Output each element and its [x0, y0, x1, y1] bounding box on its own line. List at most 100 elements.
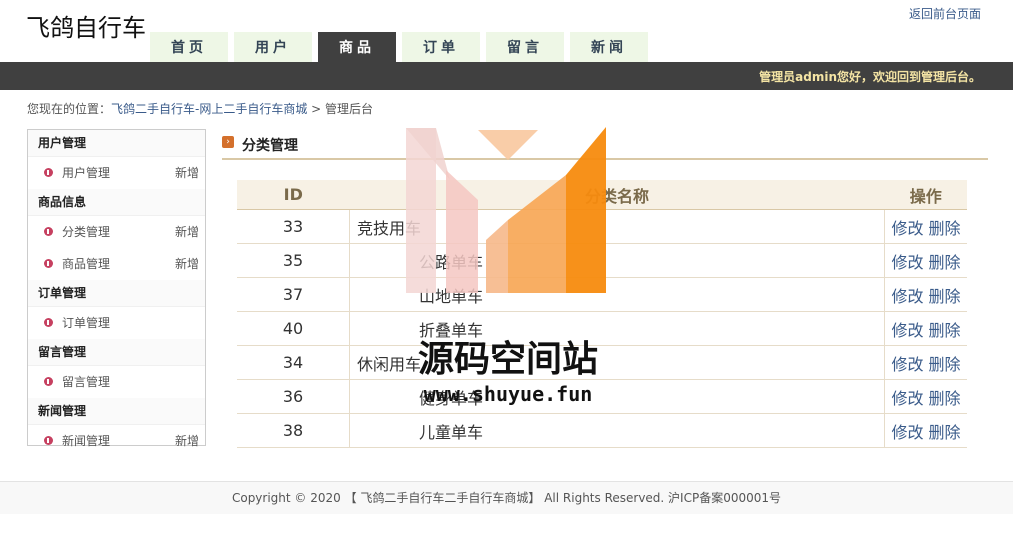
- sidebar-item[interactable]: 用户管理 新增: [28, 157, 205, 189]
- edit-link[interactable]: 修改: [891, 355, 923, 374]
- main-nav: 首页 用户 商品 订单 留言 新闻: [150, 32, 654, 62]
- sidebar-add-link[interactable]: 新增: [175, 157, 199, 189]
- panel-header: › 分类管理: [222, 132, 988, 160]
- nav-tab[interactable]: 新闻: [570, 32, 648, 62]
- cell-name: 折叠单车: [349, 311, 885, 346]
- category-table: ID 分类名称 操作 33 竞技用车 修改 删除 35 公路单车 修改 删除 37 山地单车修…: [237, 180, 967, 448]
- nav-tab[interactable]: 首页: [150, 32, 228, 62]
- sidebar-add-link[interactable]: 新增: [175, 425, 199, 457]
- bullet-icon: [44, 168, 53, 177]
- table-row: 34 休闲用车 修改 删除: [237, 345, 967, 380]
- edit-link[interactable]: 修改: [891, 321, 923, 340]
- cell-id: 40: [237, 311, 350, 346]
- table-row: 40 折叠单车 修改 删除: [237, 311, 967, 346]
- edit-link[interactable]: 修改: [891, 219, 923, 238]
- cell-ops: 修改 删除: [884, 277, 967, 312]
- table-row: 35 公路单车 修改 删除: [237, 243, 967, 278]
- site-title: 飞鸽自行车: [26, 14, 146, 42]
- sidebar-group-title: 商品信息: [28, 189, 205, 216]
- delete-link[interactable]: 删除: [929, 355, 961, 374]
- category-name: 折叠单车: [419, 320, 484, 340]
- sidebar-item[interactable]: 分类管理 新增: [28, 216, 205, 248]
- cell-ops: 修改 删除: [884, 209, 967, 244]
- breadcrumb: 您现在的位置：飞鸽二手自行车-网上二手自行车商城 > 管理后台: [27, 100, 373, 117]
- cell-name: 竞技用车: [349, 209, 885, 244]
- edit-link[interactable]: 修改: [891, 423, 923, 442]
- cell-id: 36: [237, 379, 350, 414]
- back-to-frontend-link[interactable]: 返回前台页面: [909, 5, 981, 22]
- bullet-icon: [44, 259, 53, 268]
- delete-link[interactable]: 删除: [929, 253, 961, 272]
- delete-link[interactable]: 删除: [929, 389, 961, 408]
- table-row: 37 山地单车 修改 删除: [237, 277, 967, 312]
- cell-name: 儿童单车: [349, 413, 885, 448]
- breadcrumb-separator: >: [307, 102, 326, 116]
- breadcrumb-prefix: 您现在的位置：: [27, 102, 112, 116]
- category-name: 休闲用车: [357, 354, 422, 374]
- cell-id: 38: [237, 413, 350, 448]
- welcome-message: 管理员admin您好，欢迎回到管理后台。: [759, 70, 981, 84]
- sidebar-item-label[interactable]: 商品管理: [62, 257, 110, 271]
- table-row: 38 儿童单车 修改 删除: [237, 413, 967, 448]
- cell-id: 34: [237, 345, 350, 380]
- bullet-icon: [44, 377, 53, 386]
- nav-tab[interactable]: 商品: [318, 32, 396, 62]
- edit-link[interactable]: 修改: [891, 389, 923, 408]
- cell-name: 休闲用车: [349, 345, 885, 380]
- sidebar-group-title: 订单管理: [28, 280, 205, 307]
- nav-tab[interactable]: 用户: [234, 32, 312, 62]
- sidebar-item[interactable]: 商品管理 新增: [28, 248, 205, 280]
- cell-name: 健身单车: [349, 379, 885, 414]
- delete-link[interactable]: 删除: [929, 219, 961, 238]
- edit-link[interactable]: 修改: [891, 287, 923, 306]
- sidebar-item[interactable]: 新闻管理 新增: [28, 425, 205, 457]
- delete-link[interactable]: 删除: [929, 321, 961, 340]
- category-name: 竞技用车: [357, 218, 422, 238]
- header-name: 分类名称: [349, 180, 885, 210]
- cell-id: 35: [237, 243, 350, 278]
- footer: Copyright © 2020 【 飞鸽二手自行车二手自行车商城】 All R…: [0, 481, 1013, 514]
- bullet-icon: [44, 318, 53, 327]
- delete-link[interactable]: 删除: [929, 423, 961, 442]
- cell-ops: 修改 删除: [884, 413, 967, 448]
- bullet-icon: [44, 227, 53, 236]
- sidebar-item-label[interactable]: 订单管理: [62, 316, 110, 330]
- cell-ops: 修改 删除: [884, 379, 967, 414]
- category-name: 健身单车: [419, 388, 484, 408]
- sidebar-item-label[interactable]: 用户管理: [62, 166, 110, 180]
- table-header-row: ID 分类名称 操作: [237, 180, 967, 210]
- sidebar-item-label[interactable]: 留言管理: [62, 375, 110, 389]
- sidebar-item[interactable]: 订单管理: [28, 307, 205, 339]
- bullet-icon: [44, 436, 53, 445]
- arrow-right-icon: ›: [222, 136, 234, 148]
- panel-title: 分类管理: [242, 138, 298, 154]
- delete-link[interactable]: 删除: [929, 287, 961, 306]
- header-id: ID: [237, 180, 350, 210]
- sidebar-add-link[interactable]: 新增: [175, 216, 199, 248]
- sidebar-group-title: 用户管理: [28, 130, 205, 157]
- cell-id: 37: [237, 277, 350, 312]
- sidebar-group-title: 留言管理: [28, 339, 205, 366]
- sidebar-item-label[interactable]: 新闻管理: [62, 434, 110, 448]
- cell-name: 山地单车: [349, 277, 885, 312]
- breadcrumb-site-link[interactable]: 飞鸽二手自行车-网上二手自行车商城: [111, 102, 307, 116]
- cell-ops: 修改 删除: [884, 243, 967, 278]
- category-name: 公路单车: [419, 252, 484, 272]
- edit-link[interactable]: 修改: [891, 253, 923, 272]
- sidebar-item[interactable]: 留言管理: [28, 366, 205, 398]
- cell-ops: 修改 删除: [884, 311, 967, 346]
- sidebar-add-link[interactable]: 新增: [175, 248, 199, 280]
- cell-ops: 修改 删除: [884, 345, 967, 380]
- category-name: 山地单车: [419, 286, 484, 306]
- nav-tab[interactable]: 订单: [402, 32, 480, 62]
- breadcrumb-current: 管理后台: [325, 102, 374, 116]
- sidebar-item-label[interactable]: 分类管理: [62, 225, 110, 239]
- table-row: 36 健身单车 修改 删除: [237, 379, 967, 414]
- nav-tab[interactable]: 留言: [486, 32, 564, 62]
- category-name: 儿童单车: [419, 422, 484, 442]
- cell-name: 公路单车: [349, 243, 885, 278]
- sidebar: 用户管理 用户管理 新增 商品信息 分类管理 新增 商品管理 新增 订单管理 订单管理 留言管理 留言…: [27, 129, 206, 448]
- header-ops: 操作: [884, 180, 967, 210]
- cell-id: 33: [237, 209, 350, 244]
- sidebar-group-title: 新闻管理: [28, 398, 205, 425]
